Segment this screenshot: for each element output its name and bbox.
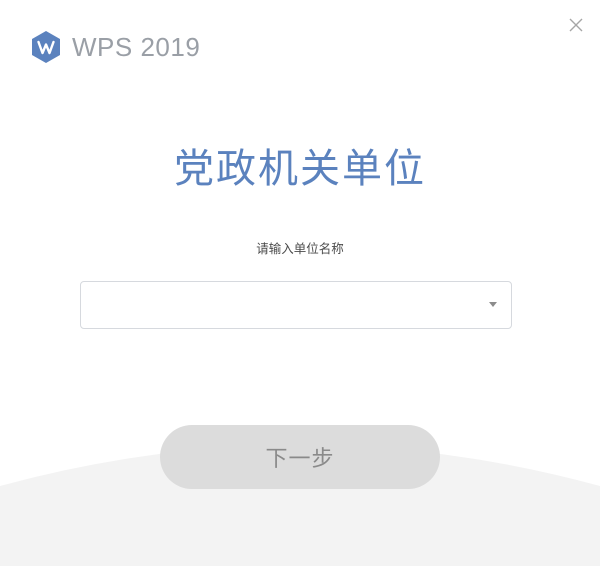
close-button[interactable] <box>566 15 586 35</box>
close-icon <box>569 18 583 32</box>
wps-setup-window: WPS 2019 党政机关单位 请输入单位名称 下一步 <box>0 0 600 566</box>
wps-logo-icon <box>32 31 60 63</box>
page-title: 党政机关单位 <box>174 146 426 192</box>
next-step-button[interactable]: 下一步 <box>160 425 440 489</box>
unit-name-prompt: 请输入单位名称 <box>256 241 344 256</box>
logo-text: WPS 2019 <box>72 31 201 62</box>
app-logo: WPS 2019 <box>28 29 200 65</box>
unit-name-select[interactable] <box>80 281 512 329</box>
chevron-down-icon[interactable] <box>489 302 497 307</box>
